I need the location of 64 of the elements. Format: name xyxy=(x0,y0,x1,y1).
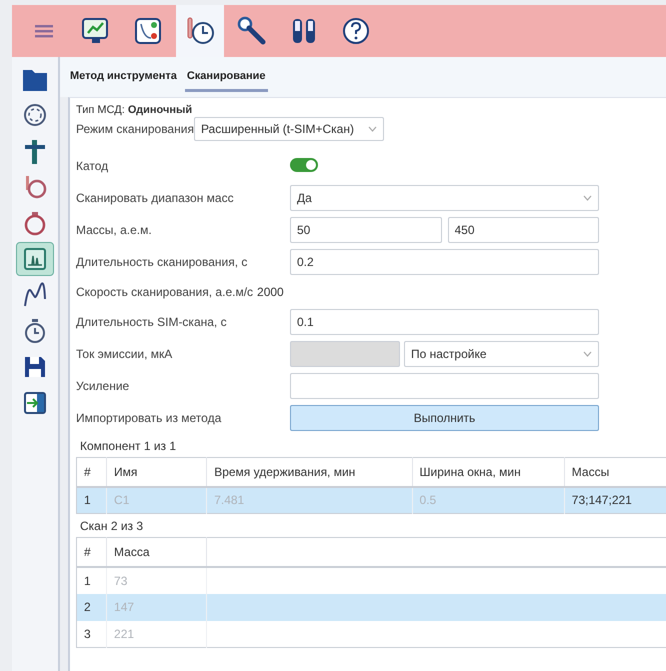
field-label: Массы, а.е.м. xyxy=(76,223,153,237)
table-cell: 1 xyxy=(84,493,91,508)
ring-icon xyxy=(23,210,47,236)
stopwatch-icon xyxy=(23,318,47,344)
help-icon xyxy=(341,16,371,46)
table-cell: 1 xyxy=(84,574,91,588)
column-header[interactable]: # xyxy=(76,458,107,486)
caret-icon xyxy=(583,351,592,357)
import-icon xyxy=(23,391,47,415)
table-cell: 147 xyxy=(114,600,134,614)
field-label: Ток эмиссии, мкА xyxy=(76,347,174,361)
caret-icon xyxy=(583,195,592,201)
table-cell: 3 xyxy=(84,626,91,641)
field-label: Катод xyxy=(76,159,110,173)
field-label: Длительность SIM-скана, с xyxy=(76,315,228,329)
table-caption: Компонент 1 из 1 xyxy=(79,438,178,455)
toolbar-button[interactable] xyxy=(176,5,224,57)
field-label: Длительность сканирования, с xyxy=(76,255,248,269)
ring-icon xyxy=(23,103,47,127)
table-row[interactable]: 3 221 xyxy=(76,620,666,648)
table-caption: Скан 2 из 3 xyxy=(79,518,144,535)
monitor-chart-icon xyxy=(81,16,111,46)
field-label: Сканировать диапазон масс xyxy=(76,191,235,205)
run-button[interactable]: Выполнить xyxy=(290,405,599,431)
input-field[interactable]: 50 xyxy=(290,217,442,243)
column-header[interactable]: Имя xyxy=(106,458,207,486)
field-label: Усиление xyxy=(76,379,130,393)
save-icon xyxy=(23,355,47,379)
dropdown[interactable]: Да xyxy=(290,185,599,211)
column-header[interactable]: # xyxy=(76,538,107,566)
table-row[interactable]: 1 C1 7.481 0.5 73;147;221 xyxy=(76,486,666,514)
toggle-switch[interactable] xyxy=(290,158,318,172)
msd-type-text: Тип МСД: Одиночный xyxy=(76,104,194,116)
input-field[interactable]: 0.2 xyxy=(290,249,599,275)
column-header[interactable]: Массы xyxy=(564,458,666,486)
table-cell: 73;147;221 xyxy=(572,493,632,508)
value-text: 2000 xyxy=(257,285,284,299)
sidebar-button[interactable] xyxy=(17,243,53,275)
input-field[interactable]: 450 xyxy=(448,217,599,243)
table-cell: 221 xyxy=(114,626,134,641)
table-cell: C1 xyxy=(114,493,130,508)
input-field[interactable] xyxy=(290,373,599,399)
caret-icon xyxy=(368,126,377,132)
field-label: Импортировать из метода xyxy=(76,411,222,425)
dropdown[interactable]: По настройке xyxy=(404,341,599,367)
table-cell: 0.5 xyxy=(420,493,436,508)
chart-dots-icon xyxy=(133,16,163,46)
chromatogram-icon xyxy=(23,247,47,271)
thermometer-ring-icon xyxy=(23,174,47,200)
field-label: Режим сканирования xyxy=(76,122,194,136)
table-cell: 73 xyxy=(114,574,128,588)
input-field[interactable]: 0.1 xyxy=(290,309,599,335)
menu-icon xyxy=(35,24,53,38)
column-header[interactable]: Масса xyxy=(106,538,207,566)
tab[interactable]: Сканирование xyxy=(184,62,268,92)
scan-mode-dropdown[interactable]: Расширенный (t-SIM+Скан) xyxy=(194,117,384,141)
column-header[interactable]: Время удерживания, мин xyxy=(206,458,412,486)
table-cell: 2 xyxy=(84,600,91,614)
table-cell: 7.481 xyxy=(214,493,244,508)
column-header[interactable]: Ширина окна, мин xyxy=(412,458,564,486)
wave-icon xyxy=(23,282,47,308)
field-label: Скорость сканирования, а.е.м/с xyxy=(76,285,254,299)
column-icon xyxy=(23,138,47,164)
tab[interactable]: Метод инструмента xyxy=(68,62,179,92)
